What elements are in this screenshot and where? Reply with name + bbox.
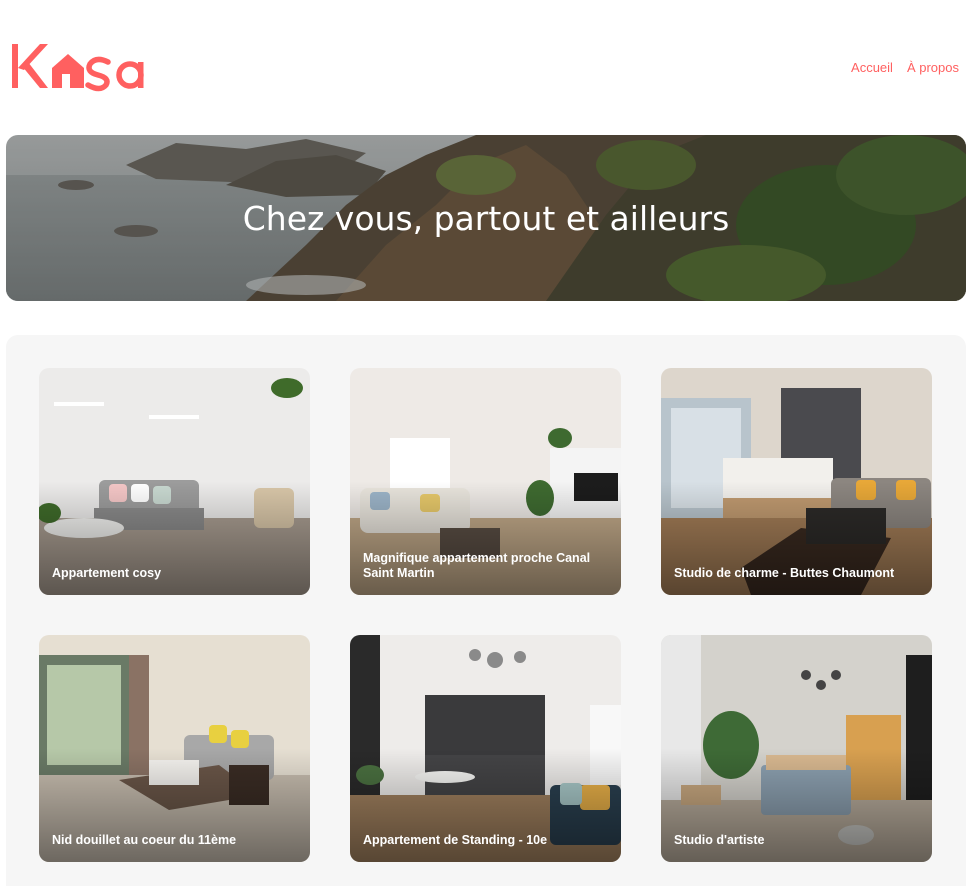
nav-link-accueil[interactable]: Accueil [851,60,893,75]
card-shade [661,368,932,595]
listings-gallery: Appartement cosy Magnifique appartement … [6,335,966,886]
listing-card[interactable]: Appartement de Standing - 10e [350,635,621,862]
card-shade [39,635,310,862]
house-icon [52,54,84,88]
kasa-logo[interactable] [10,40,160,92]
listing-title: Appartement cosy [52,566,162,580]
listing-title: Studio d'artiste [674,833,765,847]
site-header: Accueil À propos [0,0,972,130]
listing-card[interactable]: Studio de charme - Buttes Chaumont [661,368,932,595]
card-shade [661,635,932,862]
logo-graphic [12,44,144,92]
listing-card[interactable]: Nid douillet au coeur du 11ème [39,635,310,862]
banner-title: Chez vous, partout et ailleurs [242,198,730,238]
listing-card[interactable]: Magnifique appartement proche Canal Sain… [350,368,621,595]
listing-card[interactable]: Studio d'artiste [661,635,932,862]
card-shade [350,635,621,862]
listing-title: Studio de charme - Buttes Chaumont [674,566,895,580]
listing-title: Magnifique appartement proche Canal Sain… [363,551,591,580]
main-nav: Accueil À propos [851,60,959,75]
nav-link-a-propos[interactable]: À propos [907,60,959,75]
listing-title: Appartement de Standing - 10e [363,833,548,847]
listing-title: Nid douillet au coeur du 11ème [52,833,237,847]
hero-banner: Chez vous, partout et ailleurs [6,135,966,301]
card-shade [39,368,310,595]
listing-card[interactable]: Appartement cosy [39,368,310,595]
